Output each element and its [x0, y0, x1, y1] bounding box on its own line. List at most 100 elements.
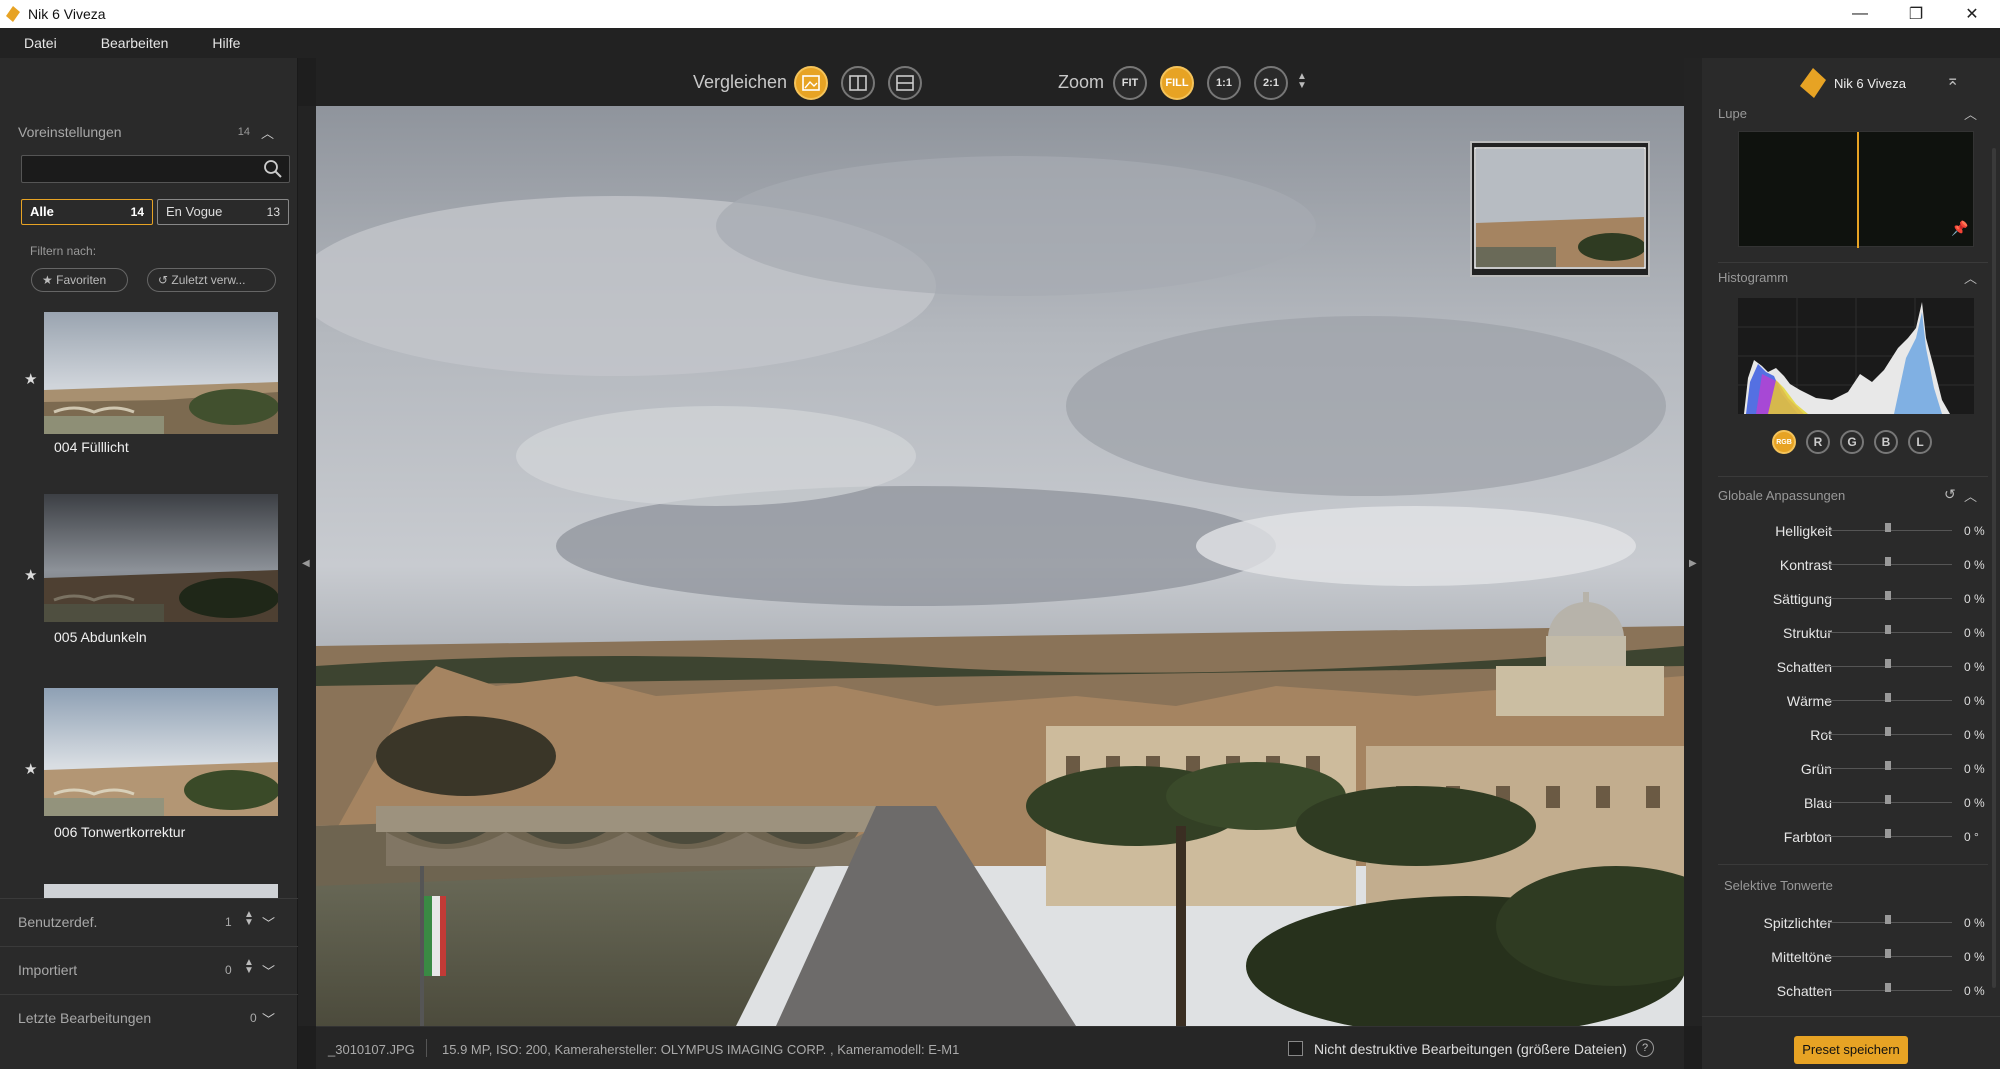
channel-rgb-button[interactable]: RGB	[1772, 430, 1796, 454]
preset-item[interactable]: 005 Abdunkeln	[44, 494, 278, 645]
filter-label: Filtern nach:	[30, 244, 97, 258]
zoom-2-1-button[interactable]: 2:1	[1254, 66, 1288, 100]
menu-datei[interactable]: Datei	[0, 28, 77, 58]
loupe-preview[interactable]: 📌	[1738, 131, 1974, 248]
status-bar: _3010107.JPG 15.9 MP, ISO: 200, Kamerahe…	[316, 1026, 1684, 1069]
recent-filter-button[interactable]: ↺ Zuletzt verw...	[147, 268, 276, 292]
adjustment-label: Mitteltöne	[1771, 949, 1832, 965]
adjustment-row: Struktur 0 %	[1702, 620, 2000, 646]
preset-name: 004 Fülllicht	[54, 439, 129, 455]
presets-header[interactable]: Voreinstellungen 14 ︿	[18, 124, 280, 146]
preset-item[interactable]: 004 Fülllicht	[44, 312, 278, 462]
navigator-thumbnail[interactable]	[1470, 141, 1650, 277]
slider-handle[interactable]	[1885, 693, 1891, 702]
adjustment-value: 0 %	[1964, 984, 1985, 998]
tab-alle[interactable]: Alle 14	[21, 199, 153, 225]
non-destructive-checkbox[interactable]	[1288, 1041, 1303, 1056]
section-importiert[interactable]: Importiert 0 ▲ ▼ ﹀	[0, 946, 298, 994]
slider-handle[interactable]	[1885, 949, 1891, 958]
chevron-down-icon[interactable]: ﹀	[262, 1009, 275, 1028]
favorite-star-icon[interactable]: ★	[24, 760, 37, 778]
menu-bar: Datei Bearbeiten Hilfe	[0, 28, 2000, 58]
adjustment-value: 0 %	[1964, 626, 1985, 640]
restore-icon[interactable]: ❐	[1888, 0, 1944, 28]
slider-handle[interactable]	[1885, 625, 1891, 634]
chevron-up-icon[interactable]: ︿	[1964, 486, 1977, 505]
section-letzte-bearbeitungen[interactable]: Letzte Bearbeitungen 0 ﹀	[0, 994, 298, 1042]
channel-r-button[interactable]: R	[1806, 430, 1830, 454]
adjustment-value: 0 %	[1964, 762, 1985, 776]
compare-single-view-button[interactable]	[794, 66, 828, 100]
help-icon[interactable]: ?	[1636, 1039, 1654, 1057]
adjustment-label: Spitzlichter	[1763, 915, 1832, 931]
tab-en-vogue-label: En Vogue	[166, 204, 223, 219]
chevron-right-icon[interactable]: ▶	[1689, 558, 1697, 569]
collapse-left-panel-handle[interactable]: ◀	[298, 106, 316, 1026]
preset-item[interactable]: 006 Tonwertkorrektur	[44, 688, 278, 840]
slider-handle[interactable]	[1885, 795, 1891, 804]
preset-thumbnail-partial	[44, 884, 278, 898]
slider-handle[interactable]	[1885, 761, 1891, 770]
adjustment-row: Blau 0 %	[1702, 790, 2000, 816]
slider-handle[interactable]	[1885, 591, 1891, 600]
menu-hilfe[interactable]: Hilfe	[188, 28, 260, 58]
preset-search-input[interactable]	[21, 155, 290, 183]
image-info: 15.9 MP, ISO: 200, Kamerahersteller: OLY…	[442, 1042, 960, 1057]
loupe-split-line[interactable]	[1857, 132, 1859, 248]
collapse-panel-icon[interactable]: ⌅	[1946, 70, 1959, 90]
channel-l-button[interactable]: L	[1908, 430, 1932, 454]
slider-handle[interactable]	[1885, 659, 1891, 668]
save-preset-button[interactable]: Preset speichern	[1794, 1036, 1908, 1064]
zoom-1-1-button[interactable]: 1:1	[1207, 66, 1241, 100]
minimize-icon[interactable]: —	[1832, 0, 1888, 28]
divider	[1702, 1016, 2000, 1017]
chevron-down-icon[interactable]: ﹀	[262, 961, 275, 980]
reset-icon[interactable]: ↺	[1944, 486, 1956, 503]
chevron-up-icon[interactable]: ︿	[261, 123, 274, 142]
pin-icon[interactable]: 📌	[1951, 220, 1968, 237]
selective-tones-title: Selektive Tonwerte	[1724, 878, 1833, 893]
channel-g-button[interactable]: G	[1840, 430, 1864, 454]
compare-split-view-button[interactable]	[841, 66, 875, 100]
adjustment-label: Farbton	[1783, 829, 1832, 845]
chevron-up-icon[interactable]: ︿	[1964, 104, 1977, 123]
compare-side-by-side-button[interactable]	[888, 66, 922, 100]
preset-name: 006 Tonwertkorrektur	[54, 824, 186, 840]
slider-handle[interactable]	[1885, 523, 1891, 532]
adjustment-value: 0 %	[1964, 796, 1985, 810]
presets-header-label: Voreinstellungen	[18, 124, 122, 140]
favorite-star-icon[interactable]: ★	[24, 370, 37, 388]
menu-bearbeiten[interactable]: Bearbeiten	[77, 28, 189, 58]
section-benutzerdef[interactable]: Benutzerdef. 1 ▲ ▼ ﹀	[0, 898, 298, 946]
slider-handle[interactable]	[1885, 557, 1891, 566]
channel-b-button[interactable]: B	[1874, 430, 1898, 454]
chevron-up-icon[interactable]: ︿	[1964, 268, 1977, 287]
chevron-down-icon[interactable]: ﹀	[262, 913, 275, 932]
navigator-preview	[1472, 143, 1648, 275]
chevron-left-icon[interactable]: ◀	[302, 558, 310, 569]
histogram-graph	[1738, 298, 1974, 414]
slider-handle[interactable]	[1885, 915, 1891, 924]
sort-arrows-icon[interactable]: ▲ ▼	[244, 910, 254, 928]
slider-handle[interactable]	[1885, 983, 1891, 992]
slider-handle[interactable]	[1885, 829, 1891, 838]
adjustment-label: Schatten	[1776, 659, 1832, 675]
zoom-stepper-icon[interactable]: ▲ ▼	[1297, 72, 1307, 91]
zoom-fit-button[interactable]: FIT	[1113, 66, 1147, 100]
collapse-right-panel-handle[interactable]: ▶	[1684, 58, 1702, 1026]
sort-arrows-icon[interactable]: ▲ ▼	[244, 958, 254, 976]
preset-thumbnail	[44, 494, 278, 622]
non-destructive-label[interactable]: Nicht destruktive Bearbeitungen (größere…	[1314, 1041, 1627, 1057]
adjustment-row: Schatten 0 %	[1702, 978, 2000, 1004]
favorite-star-icon[interactable]: ★	[24, 566, 37, 584]
slider-handle[interactable]	[1885, 727, 1891, 736]
adjustment-value: 0 %	[1964, 524, 1985, 538]
adjustment-value: 0 %	[1964, 558, 1985, 572]
search-icon[interactable]	[263, 159, 283, 179]
close-icon[interactable]: ✕	[1944, 0, 2000, 28]
app-logo-icon	[6, 6, 20, 22]
zoom-fill-button[interactable]: FILL	[1160, 66, 1194, 100]
tab-en-vogue[interactable]: En Vogue 13	[157, 199, 289, 225]
favorites-filter-button[interactable]: ★ Favoriten	[31, 268, 128, 292]
panel-scrollbar[interactable]	[1992, 148, 1996, 988]
